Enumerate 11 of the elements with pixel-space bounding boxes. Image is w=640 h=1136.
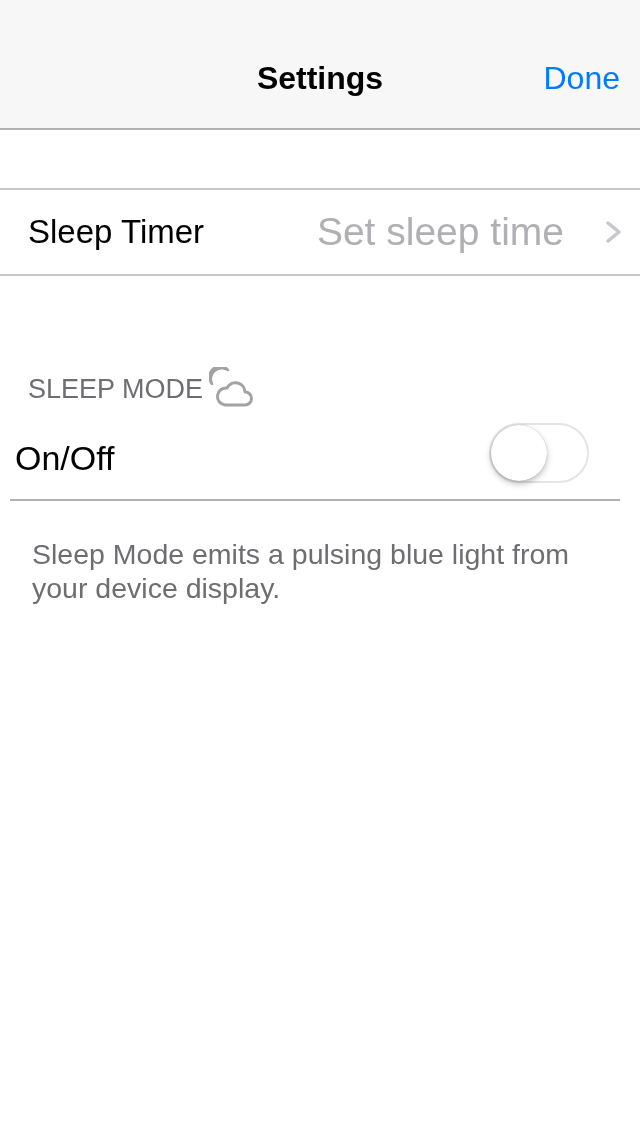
footer-note: Sleep Mode emits a pulsing blue light from your device display. — [32, 537, 571, 605]
row-label: Sleep Timer — [28, 213, 206, 251]
row-value: Set sleep time — [316, 210, 564, 254]
sleep-mode-switch[interactable] — [489, 423, 589, 483]
section-header: SLEEP MODE — [28, 372, 204, 405]
sleep-timer-row[interactable]: Sleep Timer Set sleep time — [0, 190, 640, 276]
screen-title: Settings — [256, 59, 384, 97]
done-button[interactable]: Done — [543, 59, 620, 97]
toggle-label: On/Off — [15, 437, 116, 478]
moon-cloud-icon — [209, 367, 254, 407]
chevron-icon — [606, 221, 622, 243]
